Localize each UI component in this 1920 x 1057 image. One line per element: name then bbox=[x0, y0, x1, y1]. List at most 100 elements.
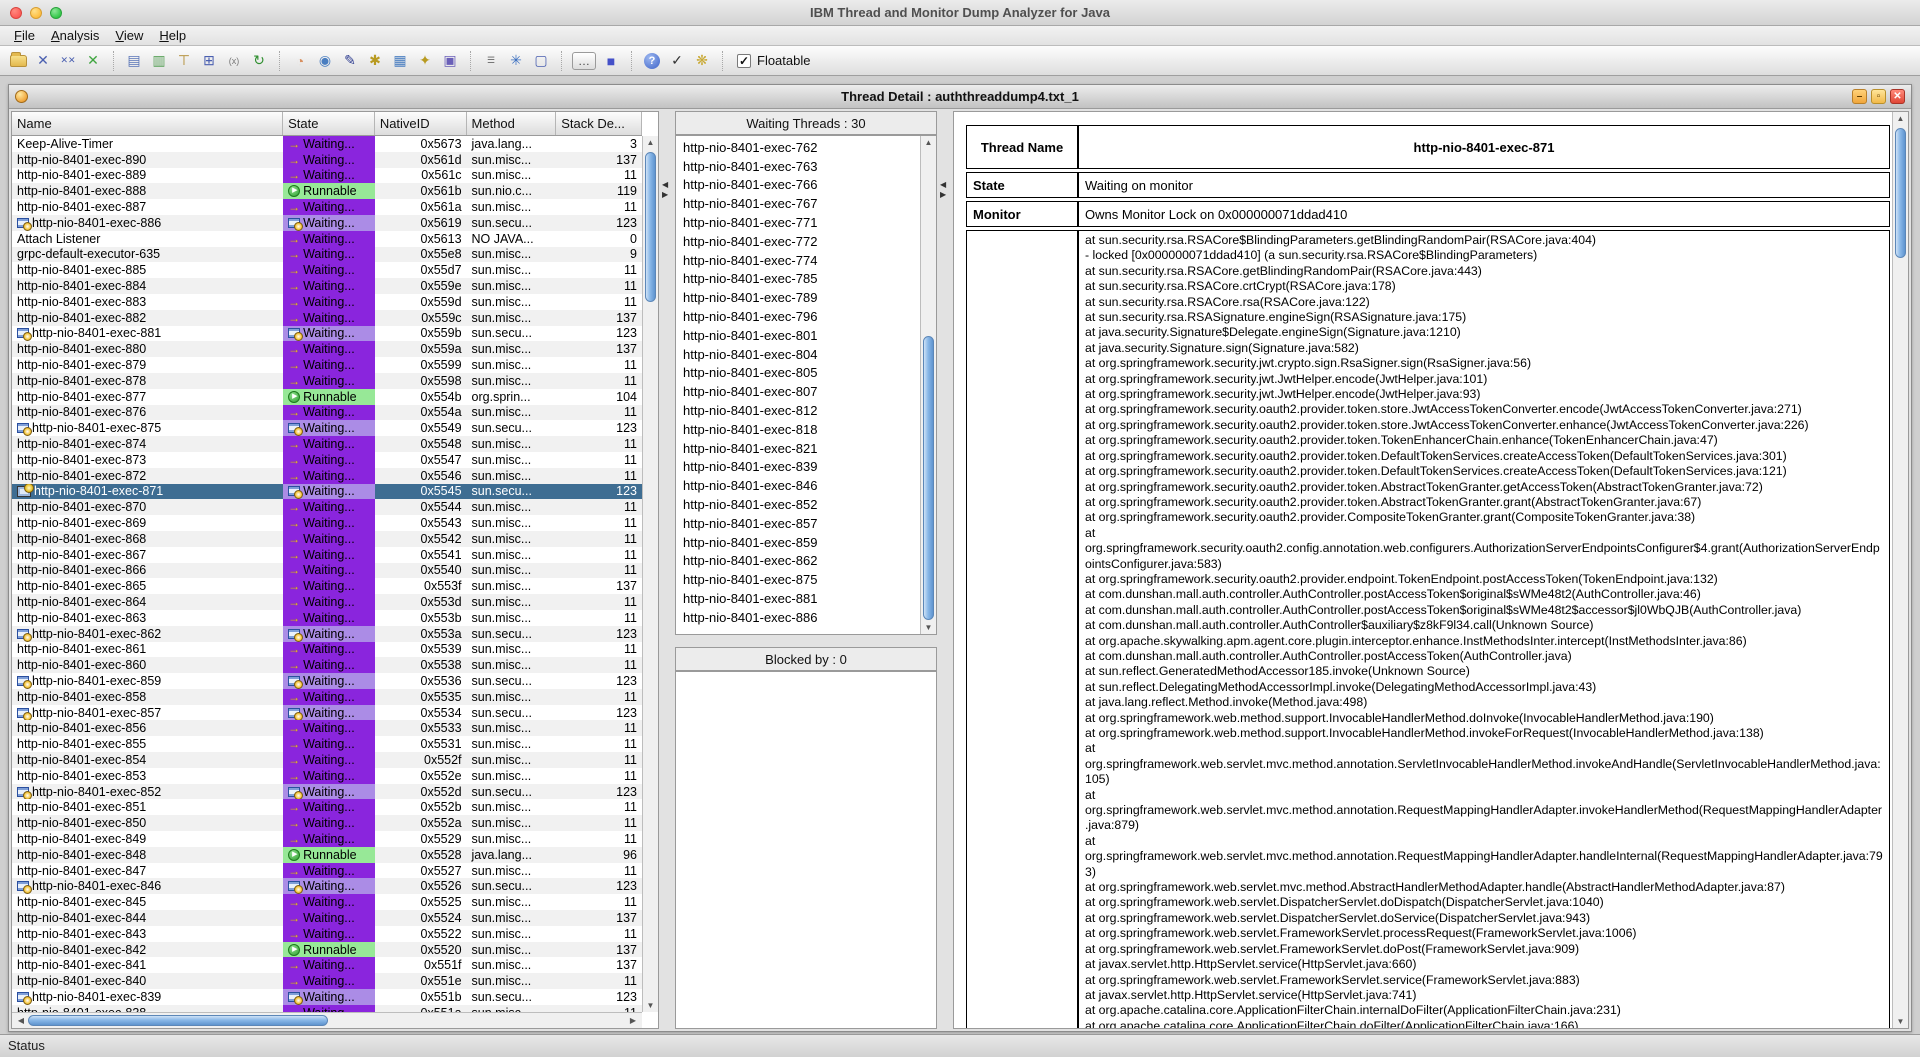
table-vscroll-thumb[interactable] bbox=[645, 152, 656, 302]
waiting-thread-item[interactable]: http-nio-8401-exec-852 bbox=[676, 495, 920, 514]
table-row[interactable]: http-nio-8401-exec-871Waiting...0x5545su… bbox=[12, 484, 642, 500]
waiting-thread-item[interactable]: http-nio-8401-exec-771 bbox=[676, 213, 920, 232]
menu-help[interactable]: Help bbox=[151, 28, 194, 43]
table-row[interactable]: http-nio-8401-exec-854→Waiting...0x552fs… bbox=[12, 752, 642, 768]
scroll-up-icon[interactable]: ▲ bbox=[921, 138, 936, 147]
floatable-toggle[interactable]: ✓Floatable bbox=[737, 53, 810, 68]
waiting-thread-item[interactable]: http-nio-8401-exec-796 bbox=[676, 307, 920, 326]
table-hscroll-thumb[interactable] bbox=[28, 1015, 328, 1026]
divider-collapse-right-icon[interactable]: ▶ bbox=[940, 191, 946, 199]
table-row[interactable]: http-nio-8401-exec-890→Waiting...0x561ds… bbox=[12, 152, 642, 168]
menu-view[interactable]: View bbox=[107, 28, 151, 43]
thread-list-icon[interactable]: ▤ bbox=[124, 51, 144, 71]
split-divider-right[interactable]: ◀ ▶ bbox=[939, 111, 951, 1029]
table-row[interactable]: http-nio-8401-exec-847→Waiting...0x5527s… bbox=[12, 863, 642, 879]
table-row[interactable]: http-nio-8401-exec-876→Waiting...0x554as… bbox=[12, 405, 642, 421]
frame-maximize-button[interactable]: ▫ bbox=[1871, 89, 1886, 104]
table-row[interactable]: http-nio-8401-exec-863→Waiting...0x553bs… bbox=[12, 610, 642, 626]
table-row[interactable]: http-nio-8401-exec-879→Waiting...0x5599s… bbox=[12, 357, 642, 373]
waiting-thread-item[interactable]: http-nio-8401-exec-805 bbox=[676, 364, 920, 383]
table-row[interactable]: http-nio-8401-exec-880→Waiting...0x559as… bbox=[12, 341, 642, 357]
hang-detect-icon[interactable]: ⊤ bbox=[174, 51, 194, 71]
table-row[interactable]: http-nio-8401-exec-857Waiting...0x5534su… bbox=[12, 705, 642, 721]
table-row[interactable]: http-nio-8401-exec-877Runnable0x554borg.… bbox=[12, 389, 642, 405]
column-header-nativeid[interactable]: NativeID bbox=[375, 112, 467, 135]
table-row[interactable]: http-nio-8401-exec-849→Waiting...0x5529s… bbox=[12, 831, 642, 847]
clock-icon[interactable]: ◔ bbox=[290, 51, 310, 71]
table-row[interactable]: http-nio-8401-exec-838→Waiting...0x551as… bbox=[12, 1005, 642, 1012]
scroll-down-icon[interactable]: ▼ bbox=[921, 623, 936, 632]
monitor-list-icon[interactable]: ▥ bbox=[149, 51, 169, 71]
detail-scroll-thumb[interactable] bbox=[1895, 128, 1906, 258]
waiting-thread-item[interactable]: http-nio-8401-exec-774 bbox=[676, 251, 920, 270]
column-header-state[interactable]: State bbox=[283, 112, 375, 135]
table-row[interactable]: http-nio-8401-exec-889→Waiting...0x561cs… bbox=[12, 168, 642, 184]
waiting-thread-item[interactable]: http-nio-8401-exec-762 bbox=[676, 138, 920, 157]
table-row[interactable]: http-nio-8401-exec-866→Waiting...0x5540s… bbox=[12, 563, 642, 579]
table-row[interactable]: http-nio-8401-exec-861→Waiting...0x5539s… bbox=[12, 642, 642, 658]
gear-icon[interactable]: ✱ bbox=[365, 51, 385, 71]
table-row[interactable]: http-nio-8401-exec-864→Waiting...0x553ds… bbox=[12, 594, 642, 610]
table-row[interactable]: http-nio-8401-exec-870→Waiting...0x5544s… bbox=[12, 499, 642, 515]
scroll-up-icon[interactable]: ▲ bbox=[643, 138, 658, 147]
table-row[interactable]: http-nio-8401-exec-853→Waiting...0x552es… bbox=[12, 768, 642, 784]
table-row[interactable]: http-nio-8401-exec-841→Waiting...0x551fs… bbox=[12, 957, 642, 973]
table-row[interactable]: http-nio-8401-exec-839Waiting...0x551bsu… bbox=[12, 989, 642, 1005]
waiting-thread-item[interactable]: http-nio-8401-exec-859 bbox=[676, 533, 920, 552]
table-row[interactable]: grpc-default-executor-635→Waiting...0x55… bbox=[12, 247, 642, 263]
table-row[interactable]: http-nio-8401-exec-884→Waiting...0x559es… bbox=[12, 278, 642, 294]
waiting-thread-item[interactable]: http-nio-8401-exec-821 bbox=[676, 439, 920, 458]
table-row[interactable]: http-nio-8401-exec-850→Waiting...0x552as… bbox=[12, 815, 642, 831]
waiting-thread-item[interactable]: http-nio-8401-exec-862 bbox=[676, 552, 920, 571]
monitor-detail-icon[interactable]: ◉ bbox=[315, 51, 335, 71]
table-row[interactable]: http-nio-8401-exec-851→Waiting...0x552bs… bbox=[12, 799, 642, 815]
menu-file[interactable]: File bbox=[6, 28, 43, 43]
divider-collapse-left-icon[interactable]: ◀ bbox=[940, 181, 946, 189]
close-dump-icon[interactable]: ✕ bbox=[33, 51, 53, 71]
exit-icon[interactable]: ✕ bbox=[83, 51, 103, 71]
frame-minimize-button[interactable]: – bbox=[1852, 89, 1867, 104]
table-row[interactable]: http-nio-8401-exec-868→Waiting...0x5542s… bbox=[12, 531, 642, 547]
waiting-thread-item[interactable]: http-nio-8401-exec-807 bbox=[676, 382, 920, 401]
table-row[interactable]: http-nio-8401-exec-881Waiting...0x559bsu… bbox=[12, 326, 642, 342]
table-row[interactable]: http-nio-8401-exec-848Runnable0x5528java… bbox=[12, 847, 642, 863]
table-row[interactable]: http-nio-8401-exec-859Waiting...0x5536su… bbox=[12, 673, 642, 689]
frame-close-button[interactable]: ✕ bbox=[1890, 89, 1905, 104]
scroll-up-icon[interactable]: ▲ bbox=[1893, 114, 1908, 123]
waiting-list-scrollbar[interactable]: ▲ ▼ bbox=[920, 136, 936, 634]
table-row[interactable]: http-nio-8401-exec-846Waiting...0x5526su… bbox=[12, 878, 642, 894]
table-row[interactable]: Attach Listener→Waiting...0x5613NO JAVA.… bbox=[12, 231, 642, 247]
table-row[interactable]: http-nio-8401-exec-852Waiting...0x552dsu… bbox=[12, 784, 642, 800]
table-row[interactable]: http-nio-8401-exec-840→Waiting...0x551es… bbox=[12, 973, 642, 989]
divider-collapse-left-icon[interactable]: ◀ bbox=[662, 181, 668, 189]
expression-icon[interactable]: (x) bbox=[224, 51, 244, 71]
table-row[interactable]: http-nio-8401-exec-862Waiting...0x553asu… bbox=[12, 626, 642, 642]
table-row[interactable]: http-nio-8401-exec-885→Waiting...0x55d7s… bbox=[12, 262, 642, 278]
table-row[interactable]: http-nio-8401-exec-843→Waiting...0x5522s… bbox=[12, 926, 642, 942]
waiting-thread-item[interactable]: http-nio-8401-exec-875 bbox=[676, 570, 920, 589]
copy-pages-icon[interactable]: ▣ bbox=[440, 51, 460, 71]
table-row[interactable]: http-nio-8401-exec-845→Waiting...0x5525s… bbox=[12, 894, 642, 910]
scroll-left-icon[interactable]: ◀ bbox=[14, 1016, 28, 1025]
table-row[interactable]: http-nio-8401-exec-888Runnable0x561bsun.… bbox=[12, 183, 642, 199]
waiting-thread-item[interactable]: http-nio-8401-exec-886 bbox=[676, 608, 920, 627]
floatable-checkbox[interactable]: ✓ bbox=[737, 54, 751, 68]
fill-square-icon[interactable]: ■ bbox=[601, 51, 621, 71]
waiting-thread-item[interactable]: http-nio-8401-exec-839 bbox=[676, 458, 920, 477]
waiting-thread-item[interactable]: http-nio-8401-exec-766 bbox=[676, 176, 920, 195]
table-row[interactable]: http-nio-8401-exec-858→Waiting...0x5535s… bbox=[12, 689, 642, 705]
scroll-down-icon[interactable]: ▼ bbox=[643, 1001, 658, 1010]
waiting-thread-item[interactable]: http-nio-8401-exec-857 bbox=[676, 514, 920, 533]
split-divider-left[interactable]: ◀ ▶ bbox=[661, 111, 673, 1029]
column-header-method[interactable]: Method bbox=[467, 112, 557, 135]
table-row[interactable]: http-nio-8401-exec-875Waiting...0x5549su… bbox=[12, 420, 642, 436]
frame-titlebar[interactable]: Thread Detail : auththreaddump4.txt_1 – … bbox=[9, 85, 1911, 109]
table-row[interactable]: http-nio-8401-exec-873→Waiting...0x5547s… bbox=[12, 452, 642, 468]
waiting-thread-item[interactable]: http-nio-8401-exec-812 bbox=[676, 401, 920, 420]
pen-icon[interactable]: ✎ bbox=[340, 51, 360, 71]
open-folder-icon[interactable] bbox=[8, 51, 28, 71]
edit-check-icon[interactable]: ✓ bbox=[667, 51, 687, 71]
table-row[interactable]: http-nio-8401-exec-874→Waiting...0x5548s… bbox=[12, 436, 642, 452]
close-all-icon[interactable]: ✕✕ bbox=[58, 51, 78, 71]
table-row[interactable]: http-nio-8401-exec-867→Waiting...0x5541s… bbox=[12, 547, 642, 563]
